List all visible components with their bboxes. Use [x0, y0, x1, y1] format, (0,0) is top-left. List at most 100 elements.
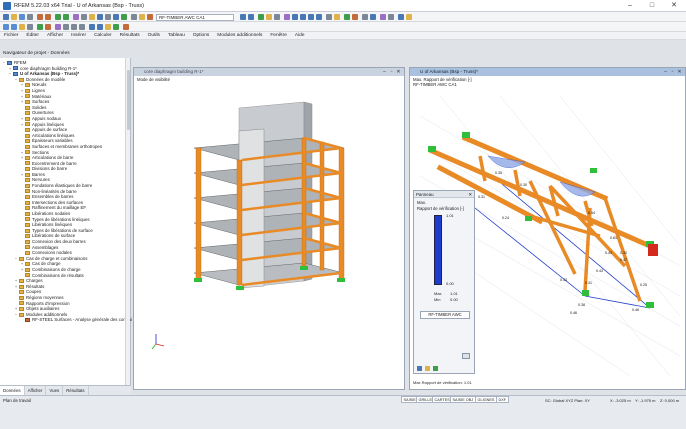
tab-results[interactable]: Résultats	[63, 386, 89, 395]
view-icon[interactable]	[97, 14, 103, 20]
measure-icon[interactable]	[362, 14, 368, 20]
guide-icon[interactable]	[113, 24, 119, 30]
view2-restore-button[interactable]: ▫	[669, 68, 676, 76]
tab-data[interactable]: Données	[0, 386, 25, 395]
menu-table[interactable]: Tableau	[164, 33, 189, 38]
expand-toggle-icon[interactable]: +	[20, 172, 24, 178]
snap-icon[interactable]	[352, 14, 358, 20]
menu-edit[interactable]: Éditer	[22, 33, 43, 38]
open-icon[interactable]	[11, 14, 17, 20]
view-minimize-button[interactable]: –	[381, 68, 388, 76]
close-button[interactable]: ✕	[664, 0, 684, 12]
menu-options[interactable]: Options	[189, 33, 214, 38]
table-icon[interactable]	[81, 14, 87, 20]
divide-icon[interactable]	[89, 24, 95, 30]
model-view-building[interactable]: core diaphragm building R-1* – ▫ ✕ Mode …	[133, 67, 405, 390]
minimize-button[interactable]: –	[620, 0, 640, 12]
redo-icon[interactable]	[45, 14, 51, 20]
coord-icon[interactable]	[388, 14, 394, 20]
deform-icon[interactable]	[274, 14, 280, 20]
member-icon[interactable]	[19, 24, 25, 30]
loadcase-select[interactable]: RF-TIMBER AWC CA1	[156, 13, 234, 21]
undo-icon[interactable]	[37, 14, 43, 20]
filter-icon[interactable]	[121, 14, 127, 20]
window-icon[interactable]	[398, 14, 404, 20]
show-results-icon[interactable]	[258, 14, 264, 20]
menu-file[interactable]: Fichier	[0, 33, 22, 38]
surface-icon[interactable]	[27, 24, 33, 30]
panel-close-icon[interactable]: ✕	[468, 191, 472, 197]
glines-toggle[interactable]: GLIGNES	[475, 396, 497, 403]
zoom-icon[interactable]	[105, 14, 111, 20]
settings-icon[interactable]	[406, 14, 412, 20]
menu-window[interactable]: Fenêtre	[266, 33, 291, 38]
dimension-icon[interactable]	[105, 24, 111, 30]
panel-settings-icon[interactable]	[417, 366, 422, 371]
menu-help[interactable]: Aide	[291, 33, 309, 38]
menu-tools[interactable]: Outils	[144, 33, 164, 38]
zoom-icon[interactable]	[462, 353, 470, 359]
expand-toggle-icon[interactable]: +	[20, 99, 24, 105]
panel-display-icon[interactable]	[425, 366, 430, 371]
view2-minimize-button[interactable]: –	[662, 68, 669, 76]
expand-toggle-icon[interactable]: +	[14, 284, 18, 290]
navigator-scrollbar[interactable]	[125, 58, 130, 395]
menu-addons[interactable]: Modules additionnels	[213, 33, 266, 38]
display-icon[interactable]	[147, 14, 153, 20]
mirror-icon[interactable]	[79, 24, 85, 30]
menu-calculate[interactable]: Calculer	[90, 33, 116, 38]
expand-toggle-icon[interactable]: −	[8, 71, 12, 77]
view2-close-button[interactable]: ✕	[676, 68, 683, 76]
tab-display[interactable]: Afficher	[25, 386, 47, 395]
tree-item[interactable]: RF-STEEL Surfaces - Analyse générale des…	[0, 317, 132, 323]
expand-toggle-icon[interactable]: +	[20, 267, 24, 273]
next-icon[interactable]	[248, 14, 254, 20]
load-icon[interactable]	[45, 24, 51, 30]
expand-toggle-icon[interactable]: −	[14, 77, 18, 83]
scrollbar-thumb[interactable]	[127, 70, 130, 130]
render-icon[interactable]	[334, 14, 340, 20]
section-icon[interactable]	[370, 14, 376, 20]
connect-icon[interactable]	[97, 24, 103, 30]
menu-results[interactable]: Résultats	[116, 33, 144, 38]
support-icon[interactable]	[37, 24, 43, 30]
iso-view-icon[interactable]	[292, 14, 298, 20]
copy-icon[interactable]	[63, 24, 69, 30]
wireframe-icon[interactable]	[326, 14, 332, 20]
menu-view[interactable]: Afficher	[43, 33, 67, 38]
animate-icon[interactable]	[284, 14, 290, 20]
menu-insert[interactable]: Insérer	[67, 33, 90, 38]
new-icon[interactable]	[3, 14, 9, 20]
expand-toggle-icon[interactable]: +	[20, 122, 24, 128]
panel-filter-icon[interactable]	[433, 366, 438, 371]
delete-icon[interactable]	[123, 24, 129, 30]
z-view-icon[interactable]	[316, 14, 322, 20]
calculate-icon[interactable]	[55, 14, 61, 20]
results-icon[interactable]	[63, 14, 69, 20]
save-icon[interactable]	[19, 14, 25, 20]
move-icon[interactable]	[71, 24, 77, 30]
rf-timber-button[interactable]: RF-TIMBER AWC	[420, 311, 470, 319]
view-restore-button[interactable]: ▫	[388, 68, 395, 76]
select-icon[interactable]	[131, 14, 137, 20]
values-icon[interactable]	[266, 14, 272, 20]
expand-toggle-icon[interactable]: −	[2, 60, 6, 66]
report-icon[interactable]	[73, 14, 79, 20]
tab-views[interactable]: Vues	[46, 386, 64, 395]
expand-toggle-icon[interactable]: +	[20, 155, 24, 161]
maximize-button[interactable]: □	[642, 0, 662, 12]
prev-icon[interactable]	[240, 14, 246, 20]
hinge-icon[interactable]	[55, 24, 61, 30]
node-icon[interactable]	[3, 24, 9, 30]
view-close-button[interactable]: ✕	[395, 68, 402, 76]
clip-icon[interactable]	[380, 14, 386, 20]
dxf-toggle[interactable]: DXF	[496, 396, 509, 403]
x-view-icon[interactable]	[300, 14, 306, 20]
expand-toggle-icon[interactable]: −	[14, 312, 18, 318]
expand-toggle-icon[interactable]: −	[14, 256, 18, 262]
panel-icon[interactable]	[89, 14, 95, 20]
rotate-icon[interactable]	[113, 14, 119, 20]
y-view-icon[interactable]	[308, 14, 314, 20]
visibility-icon[interactable]	[139, 14, 145, 20]
objsnap-toggle[interactable]: SAISIE OBJ	[450, 396, 476, 403]
